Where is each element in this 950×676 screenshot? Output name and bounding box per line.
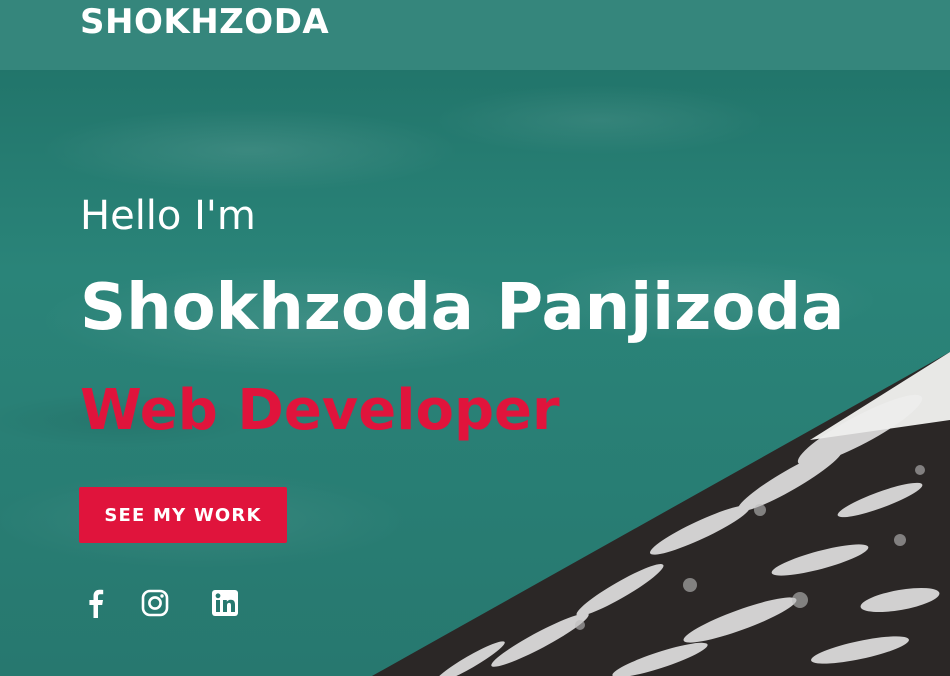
linkedin-icon: [212, 590, 238, 616]
instagram-link[interactable]: [138, 586, 172, 620]
facebook-icon: [89, 589, 104, 618]
facebook-link[interactable]: [78, 586, 112, 620]
site-logo[interactable]: SHOKHZODA: [80, 0, 329, 44]
hero-greeting: Hello I'm: [80, 193, 256, 239]
linkedin-link[interactable]: [208, 586, 242, 620]
site-header: SHOKHZODA: [0, 0, 950, 70]
hero-role: Web Developer: [80, 378, 560, 443]
hero-name: Shokhzoda Panjizoda: [80, 271, 845, 345]
see-my-work-button[interactable]: SEE MY WORK: [79, 487, 287, 543]
instagram-icon: [141, 589, 169, 617]
